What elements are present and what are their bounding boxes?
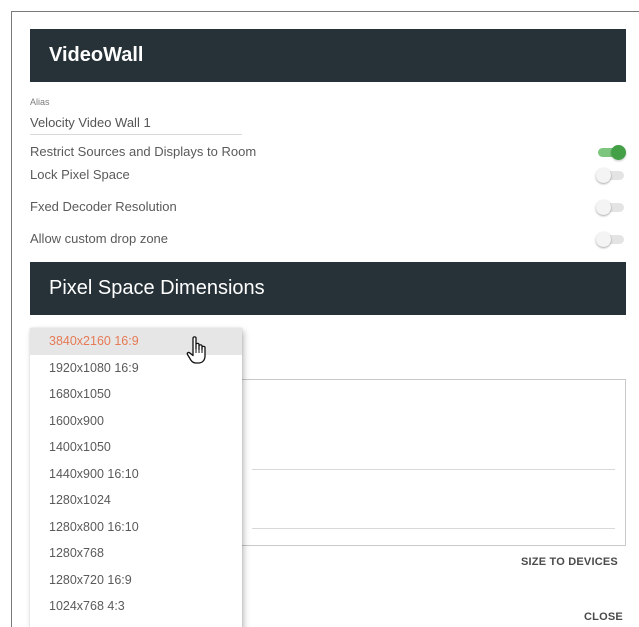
divider xyxy=(252,469,615,470)
toggle-label: Fxed Decoder Resolution xyxy=(30,199,177,214)
divider xyxy=(252,528,615,529)
fixed-decoder-resolution-toggle[interactable] xyxy=(596,200,626,215)
dropdown-option[interactable]: 1280x1024 xyxy=(30,487,242,514)
pixel-space-header: Pixel Space Dimensions xyxy=(30,262,626,315)
toggle-row-fixed-decoder-resolution: Fxed Decoder Resolution xyxy=(30,198,626,216)
toggle-row-custom-drop-zone: Allow custom drop zone xyxy=(30,230,626,248)
alias-label: Alias xyxy=(30,97,50,107)
size-to-devices-button[interactable]: SIZE TO DEVICES xyxy=(521,556,618,568)
dropdown-option[interactable]: 1680x1050 xyxy=(30,381,242,408)
toggle-label: Restrict Sources and Displays to Room xyxy=(30,144,257,159)
pixel-space-panel xyxy=(242,379,626,546)
close-button[interactable]: CLOSE xyxy=(584,611,623,623)
dropdown-option[interactable]: 1440x900 16:10 xyxy=(30,461,242,488)
videowall-header: VideoWall xyxy=(30,29,626,82)
toggle-thumb xyxy=(611,145,626,160)
toggle-thumb xyxy=(596,200,611,215)
resolution-dropdown-menu: 3840x2160 16:9 1920x1080 16:9 1680x1050 … xyxy=(30,328,242,627)
lock-pixel-space-toggle[interactable] xyxy=(596,168,626,183)
toggle-row-lock-pixel-space: Lock Pixel Space xyxy=(30,166,626,184)
dropdown-option[interactable]: 1400x1050 xyxy=(30,434,242,461)
pixel-space-title: Pixel Space Dimensions xyxy=(49,277,265,299)
custom-drop-zone-toggle[interactable] xyxy=(596,232,626,247)
dropdown-option[interactable]: 1280x768 xyxy=(30,540,242,567)
toggle-row-restrict-sources: Restrict Sources and Displays to Room xyxy=(30,143,626,161)
dropdown-option[interactable]: 1280x720 16:9 xyxy=(30,567,242,594)
dropdown-option[interactable]: 1600x900 xyxy=(30,408,242,435)
hand-pointer-icon xyxy=(186,336,206,364)
toggle-label: Lock Pixel Space xyxy=(30,167,130,182)
videowall-dialog: VideoWall Alias Velocity Video Wall 1 Re… xyxy=(11,11,639,627)
restrict-sources-toggle[interactable] xyxy=(596,145,626,160)
toggle-thumb xyxy=(596,168,611,183)
dialog-title: VideoWall xyxy=(49,44,144,66)
toggle-thumb xyxy=(596,232,611,247)
dropdown-option[interactable]: 1024x768 4:3 xyxy=(30,593,242,620)
dropdown-option[interactable]: 1280x800 16:10 xyxy=(30,514,242,541)
toggle-label: Allow custom drop zone xyxy=(30,231,169,246)
alias-input[interactable]: Velocity Video Wall 1 xyxy=(30,115,242,135)
